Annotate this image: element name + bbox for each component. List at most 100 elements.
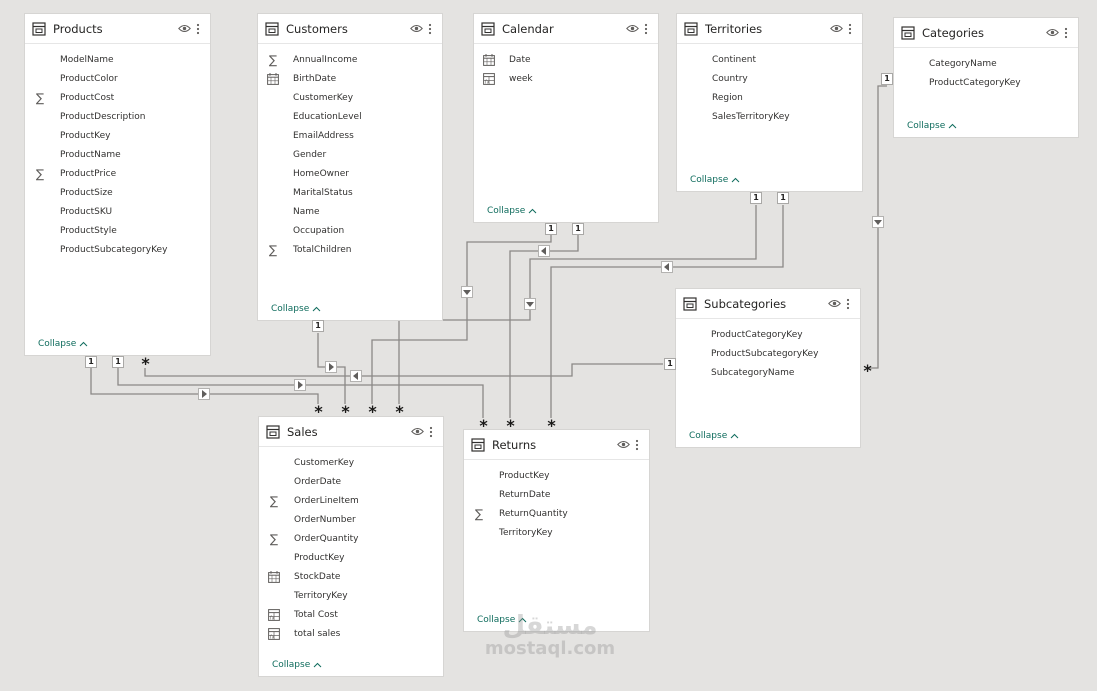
table-card-products[interactable]: Products ModelName ProductColor ∑ ProductCo… xyxy=(25,14,210,355)
collapse-link[interactable]: Collapse xyxy=(690,175,740,185)
chevron-up-icon xyxy=(948,123,957,129)
filter-direction-down-icon[interactable] xyxy=(524,298,536,310)
more-options-icon[interactable] xyxy=(425,21,435,37)
field-row[interactable]: fx total sales xyxy=(259,624,443,643)
field-row[interactable]: EducationLevel xyxy=(258,107,442,126)
field-row[interactable]: ProductKey xyxy=(25,126,210,145)
field-row[interactable]: ModelName xyxy=(25,50,210,69)
field-row[interactable]: EmailAddress xyxy=(258,126,442,145)
field-row[interactable]: ProductColor xyxy=(25,69,210,88)
table-header[interactable]: Sales xyxy=(259,417,443,447)
field-row[interactable]: MaritalStatus xyxy=(258,183,442,202)
eye-icon[interactable] xyxy=(409,21,423,37)
filter-direction-left-icon[interactable] xyxy=(538,245,550,257)
field-row[interactable]: Continent xyxy=(677,50,862,69)
field-row[interactable]: ReturnDate xyxy=(464,485,649,504)
table-card-returns[interactable]: Returns ProductKey ReturnDate ∑ ReturnQuant… xyxy=(464,430,649,631)
more-options-icon[interactable] xyxy=(193,21,203,37)
collapse-link[interactable]: Collapse xyxy=(271,304,321,314)
field-row[interactable]: ProductSize xyxy=(25,183,210,202)
field-row[interactable]: ∑ OrderQuantity xyxy=(259,529,443,548)
eye-icon[interactable] xyxy=(1045,25,1059,41)
field-row[interactable]: ProductCategoryKey xyxy=(894,73,1078,92)
more-options-icon[interactable] xyxy=(426,424,436,440)
field-row[interactable]: StockDate xyxy=(259,567,443,586)
field-row[interactable]: ProductDescription xyxy=(25,107,210,126)
table-header[interactable]: Categories xyxy=(894,18,1078,48)
more-options-icon[interactable] xyxy=(632,437,642,453)
filter-direction-left-icon[interactable] xyxy=(661,261,673,273)
field-row[interactable]: TerritoryKey xyxy=(259,586,443,605)
table-header[interactable]: Products xyxy=(25,14,210,44)
collapse-link[interactable]: Collapse xyxy=(38,339,88,349)
field-label: CustomerKey xyxy=(293,92,354,103)
field-row[interactable]: ProductName xyxy=(25,145,210,164)
field-row[interactable]: ProductKey xyxy=(259,548,443,567)
collapse-label: Collapse xyxy=(272,660,311,670)
field-row[interactable]: ∑ ProductPrice xyxy=(25,164,210,183)
eye-icon[interactable] xyxy=(827,296,841,312)
eye-icon[interactable] xyxy=(177,21,191,37)
field-row[interactable]: fx week xyxy=(474,69,658,88)
field-row[interactable]: fx Total Cost xyxy=(259,605,443,624)
field-row[interactable]: ProductKey xyxy=(464,466,649,485)
table-header[interactable]: Territories xyxy=(677,14,862,44)
field-row[interactable]: Gender xyxy=(258,145,442,164)
field-row[interactable]: CustomerKey xyxy=(258,88,442,107)
more-options-icon[interactable] xyxy=(1061,25,1071,41)
field-row[interactable]: OrderNumber xyxy=(259,510,443,529)
filter-direction-down-icon[interactable] xyxy=(872,216,884,228)
collapse-link[interactable]: Collapse xyxy=(477,615,527,625)
field-row[interactable]: ∑ ProductCost xyxy=(25,88,210,107)
eye-icon[interactable] xyxy=(410,424,424,440)
table-header[interactable]: Calendar xyxy=(474,14,658,44)
field-row[interactable]: BirthDate xyxy=(258,69,442,88)
collapse-link[interactable]: Collapse xyxy=(487,206,537,216)
field-row[interactable]: ∑ TotalChildren xyxy=(258,240,442,259)
field-row[interactable]: ∑ AnnualIncome xyxy=(258,50,442,69)
field-row[interactable]: Country xyxy=(677,69,862,88)
field-row[interactable]: SalesTerritoryKey xyxy=(677,107,862,126)
filter-direction-left-icon[interactable] xyxy=(350,370,362,382)
field-row[interactable]: Name xyxy=(258,202,442,221)
table-header[interactable]: Customers xyxy=(258,14,442,44)
field-row[interactable]: ∑ ReturnQuantity xyxy=(464,504,649,523)
field-row[interactable]: ProductCategoryKey xyxy=(676,325,860,344)
eye-icon[interactable] xyxy=(616,437,630,453)
field-row[interactable]: Occupation xyxy=(258,221,442,240)
eye-icon[interactable] xyxy=(829,21,843,37)
field-row[interactable]: ProductSubcategoryKey xyxy=(676,344,860,363)
field-row[interactable]: CategoryName xyxy=(894,54,1078,73)
collapse-link[interactable]: Collapse xyxy=(689,431,739,441)
filter-direction-right-icon[interactable] xyxy=(198,388,210,400)
field-row[interactable]: CustomerKey xyxy=(259,453,443,472)
field-row[interactable]: ProductSubcategoryKey xyxy=(25,240,210,259)
table-card-categories[interactable]: Categories CategoryName ProductCategoryKe… xyxy=(894,18,1078,137)
field-label: EmailAddress xyxy=(293,130,354,141)
field-row[interactable]: ∑ OrderLineItem xyxy=(259,491,443,510)
filter-direction-right-icon[interactable] xyxy=(294,379,306,391)
collapse-link[interactable]: Collapse xyxy=(907,121,957,131)
more-options-icon[interactable] xyxy=(843,296,853,312)
filter-direction-right-icon[interactable] xyxy=(325,361,337,373)
table-card-subcategories[interactable]: Subcategories ProductCategoryKey ProductS… xyxy=(676,289,860,447)
table-card-sales[interactable]: Sales CustomerKey OrderDate ∑ OrderLineItem… xyxy=(259,417,443,676)
table-header[interactable]: Subcategories xyxy=(676,289,860,319)
filter-direction-down-icon[interactable] xyxy=(461,286,473,298)
field-row[interactable]: HomeOwner xyxy=(258,164,442,183)
field-row[interactable]: OrderDate xyxy=(259,472,443,491)
more-options-icon[interactable] xyxy=(641,21,651,37)
collapse-link[interactable]: Collapse xyxy=(272,660,322,670)
field-row[interactable]: ProductStyle xyxy=(25,221,210,240)
table-card-customers[interactable]: Customers ∑ AnnualIncome BirthDate Customer… xyxy=(258,14,442,320)
field-row[interactable]: SubcategoryName xyxy=(676,363,860,382)
table-card-calendar[interactable]: Calendar Date fx week Collapse xyxy=(474,14,658,222)
table-header[interactable]: Returns xyxy=(464,430,649,460)
table-card-territories[interactable]: Territories Continent Country Region SalesT… xyxy=(677,14,862,191)
field-row[interactable]: TerritoryKey xyxy=(464,523,649,542)
field-row[interactable]: ProductSKU xyxy=(25,202,210,221)
field-row[interactable]: Date xyxy=(474,50,658,69)
eye-icon[interactable] xyxy=(625,21,639,37)
field-row[interactable]: Region xyxy=(677,88,862,107)
more-options-icon[interactable] xyxy=(845,21,855,37)
